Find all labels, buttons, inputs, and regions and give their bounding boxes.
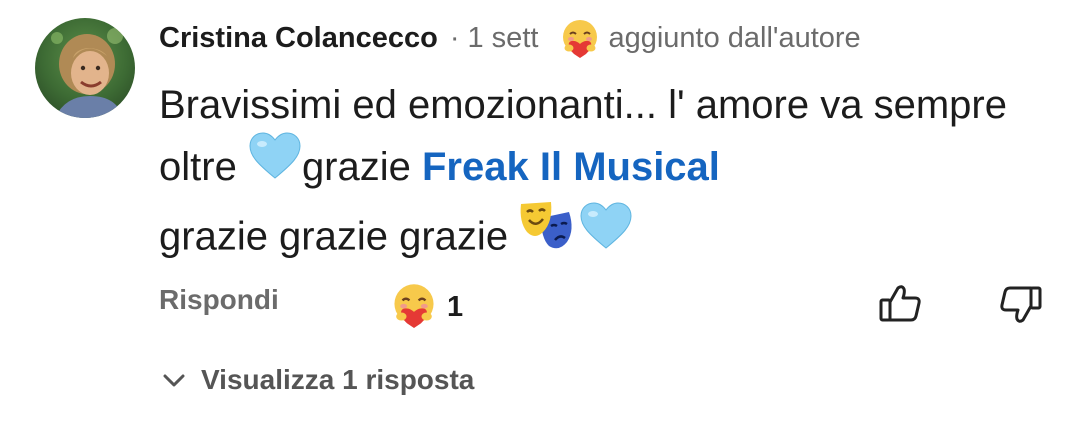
author-name[interactable]: Cristina Colancecco (159, 22, 438, 55)
comment-text-part: grazie (301, 145, 422, 189)
reaction-summary[interactable]: 1 (391, 282, 463, 333)
separator-dot: · (449, 21, 460, 54)
reaction-count: 1 (447, 291, 464, 323)
thumbs-down-icon[interactable] (997, 280, 1045, 328)
comment-time[interactable]: 1 sett (468, 22, 539, 55)
comment-text-part: grazie grazie grazie (159, 215, 520, 259)
chevron-down-icon (163, 374, 185, 387)
hugging-heart-icon (560, 18, 600, 58)
view-replies-button[interactable]: Visualizza 1 risposta (159, 358, 474, 402)
light-blue-heart-icon (248, 132, 302, 198)
comment-text: Bravissimi ed emozionanti... l' amore va… (159, 74, 1039, 276)
author-badge: aggiunto dall'autore (608, 21, 861, 54)
comment-header: Cristina Colancecco · 1 sett aggiunto da… (159, 18, 861, 58)
comment-actions: Rispondi 1 (159, 280, 1042, 328)
mention-link[interactable]: Freak Il Musical (422, 145, 720, 189)
light-blue-heart-icon (579, 202, 633, 268)
comment: Cristina Colancecco · 1 sett aggiunto da… (0, 0, 1080, 425)
view-replies-label: Visualizza 1 risposta (201, 364, 475, 395)
avatar[interactable] (35, 18, 135, 118)
performing-arts-icon (519, 198, 579, 272)
hugging-heart-icon (391, 282, 437, 333)
reply-button[interactable]: Rispondi (159, 284, 279, 316)
thumbs-up-icon[interactable] (876, 280, 924, 328)
